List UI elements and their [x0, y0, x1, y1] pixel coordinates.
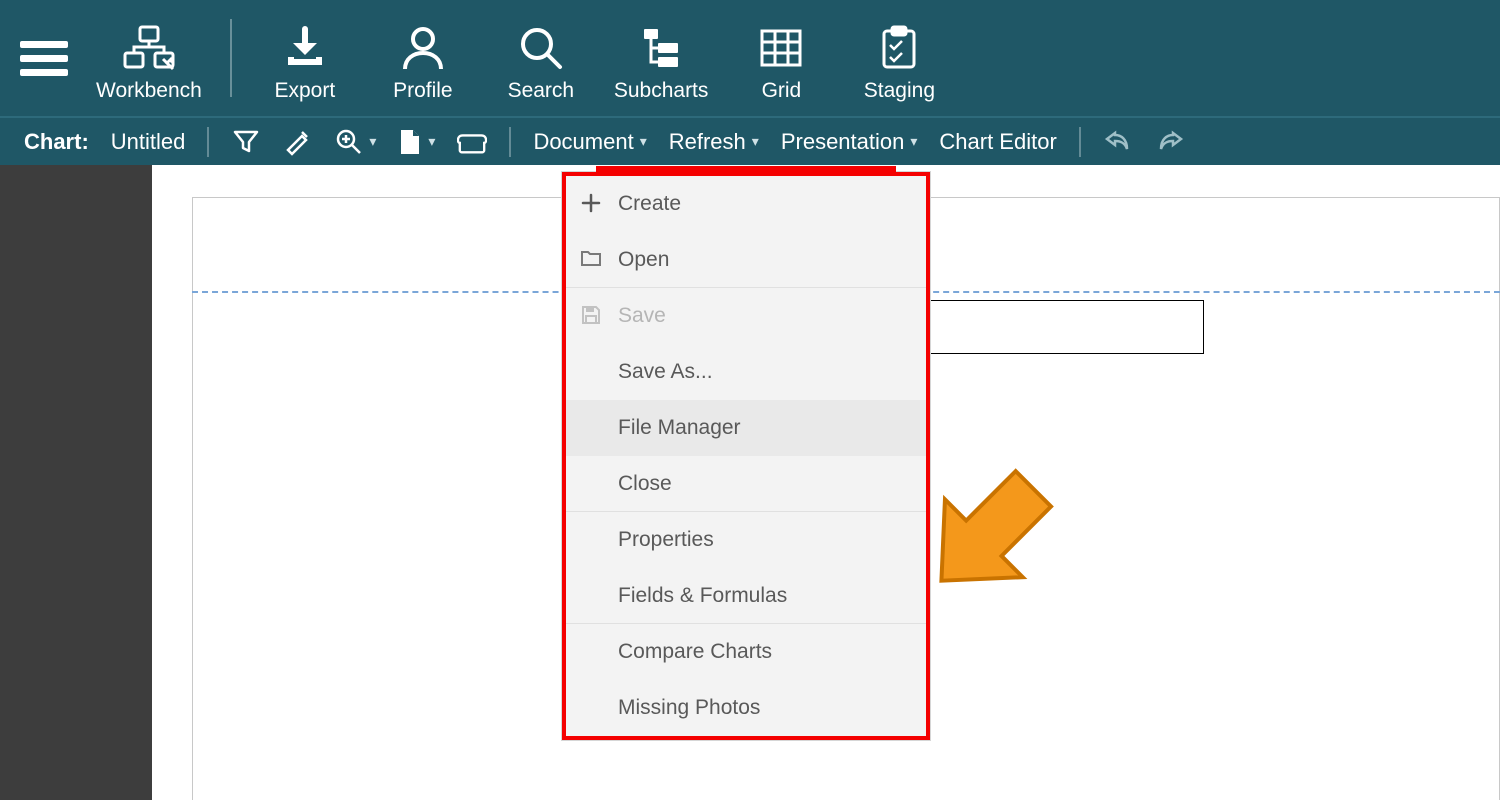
menu-label: File Manager: [618, 416, 910, 440]
ribbon-label: Grid: [762, 79, 802, 103]
zoom-button[interactable]: ▾: [335, 128, 376, 156]
menu-label: Open: [618, 248, 910, 272]
grid-icon: [758, 23, 804, 73]
chevron-down-icon: ▾: [428, 133, 435, 150]
ribbon-staging[interactable]: Staging: [854, 13, 944, 103]
document-menu[interactable]: Document ▾: [533, 129, 646, 155]
menu-item-fields-formulas[interactable]: Fields & Formulas: [566, 568, 926, 624]
toolbar-separator: [509, 127, 511, 157]
plus-icon: [580, 192, 604, 216]
redo-icon[interactable]: [1155, 127, 1185, 157]
toolbar-label: Chart Editor: [939, 129, 1056, 155]
refresh-menu[interactable]: Refresh ▾: [669, 129, 759, 155]
toolbar-separator: [207, 127, 209, 157]
chart-name: Untitled: [111, 129, 186, 155]
chart-editor-button[interactable]: Chart Editor: [939, 129, 1056, 155]
menu-label: Save: [618, 304, 910, 328]
menu-item-file-manager[interactable]: File Manager: [566, 400, 926, 456]
ribbon-separator: [230, 19, 232, 97]
toolbar-label: Refresh: [669, 129, 746, 155]
workbench-icon: [123, 23, 175, 73]
secondary-toolbar: Chart: Untitled ▾ ▾ Document ▾ Refresh ▾…: [0, 118, 1500, 165]
filter-icon[interactable]: [231, 127, 261, 157]
chart-label: Chart:: [24, 129, 89, 155]
highlighter-icon[interactable]: [283, 127, 313, 157]
menu-item-open[interactable]: Open: [566, 232, 926, 288]
ribbon-profile[interactable]: Profile: [378, 13, 468, 103]
menu-item-missing-photos[interactable]: Missing Photos: [566, 680, 926, 736]
menu-icon[interactable]: [20, 34, 68, 82]
ribbon-search[interactable]: Search: [496, 13, 586, 103]
profile-icon: [400, 23, 446, 73]
page-button[interactable]: ▾: [398, 128, 435, 156]
presentation-menu[interactable]: Presentation ▾: [781, 129, 918, 155]
ribbon-label: Profile: [393, 79, 453, 103]
menu-item-close[interactable]: Close: [566, 456, 926, 512]
toolbar-label: Presentation: [781, 129, 905, 155]
bread-icon[interactable]: [457, 127, 487, 157]
menu-item-create[interactable]: Create: [566, 176, 926, 232]
menu-label: Compare Charts: [618, 640, 910, 664]
left-sidebar: [0, 165, 152, 800]
menu-label: Fields & Formulas: [618, 584, 910, 608]
search-icon: [518, 23, 564, 73]
document-dropdown: Create Open Save Save As... File Manager…: [562, 172, 930, 740]
ribbon-export[interactable]: Export: [260, 13, 350, 103]
ribbon-label: Workbench: [96, 79, 202, 103]
menu-item-compare-charts[interactable]: Compare Charts: [566, 624, 926, 680]
chevron-down-icon: ▾: [910, 133, 917, 150]
menu-label: Create: [618, 192, 910, 216]
ribbon-label: Export: [274, 79, 335, 103]
folder-icon: [580, 248, 604, 272]
ribbon-workbench[interactable]: Workbench: [96, 13, 202, 103]
undo-icon[interactable]: [1103, 127, 1133, 157]
menu-item-save-as[interactable]: Save As...: [566, 344, 926, 400]
menu-label: Missing Photos: [618, 696, 910, 720]
ribbon-label: Search: [508, 79, 575, 103]
staging-icon: [876, 23, 922, 73]
chevron-down-icon: ▾: [752, 133, 759, 150]
chevron-down-icon: ▾: [640, 133, 647, 150]
ribbon-label: Subcharts: [614, 79, 709, 103]
toolbar-label: Document: [533, 129, 633, 155]
menu-item-save[interactable]: Save: [566, 288, 926, 344]
subcharts-icon: [636, 23, 686, 73]
export-icon: [282, 23, 328, 73]
ribbon-label: Staging: [864, 79, 935, 103]
menu-item-properties[interactable]: Properties: [566, 512, 926, 568]
chevron-down-icon: ▾: [369, 133, 376, 150]
save-icon: [580, 304, 604, 328]
toolbar-separator: [1079, 127, 1081, 157]
ribbon-grid[interactable]: Grid: [736, 13, 826, 103]
menu-label: Properties: [618, 528, 910, 552]
ribbon-subcharts[interactable]: Subcharts: [614, 13, 709, 103]
menu-label: Save As...: [618, 360, 910, 384]
menu-label: Close: [618, 472, 910, 496]
main-ribbon: Workbench Export Profile Search: [0, 0, 1500, 118]
chart-node[interactable]: [912, 300, 1204, 354]
